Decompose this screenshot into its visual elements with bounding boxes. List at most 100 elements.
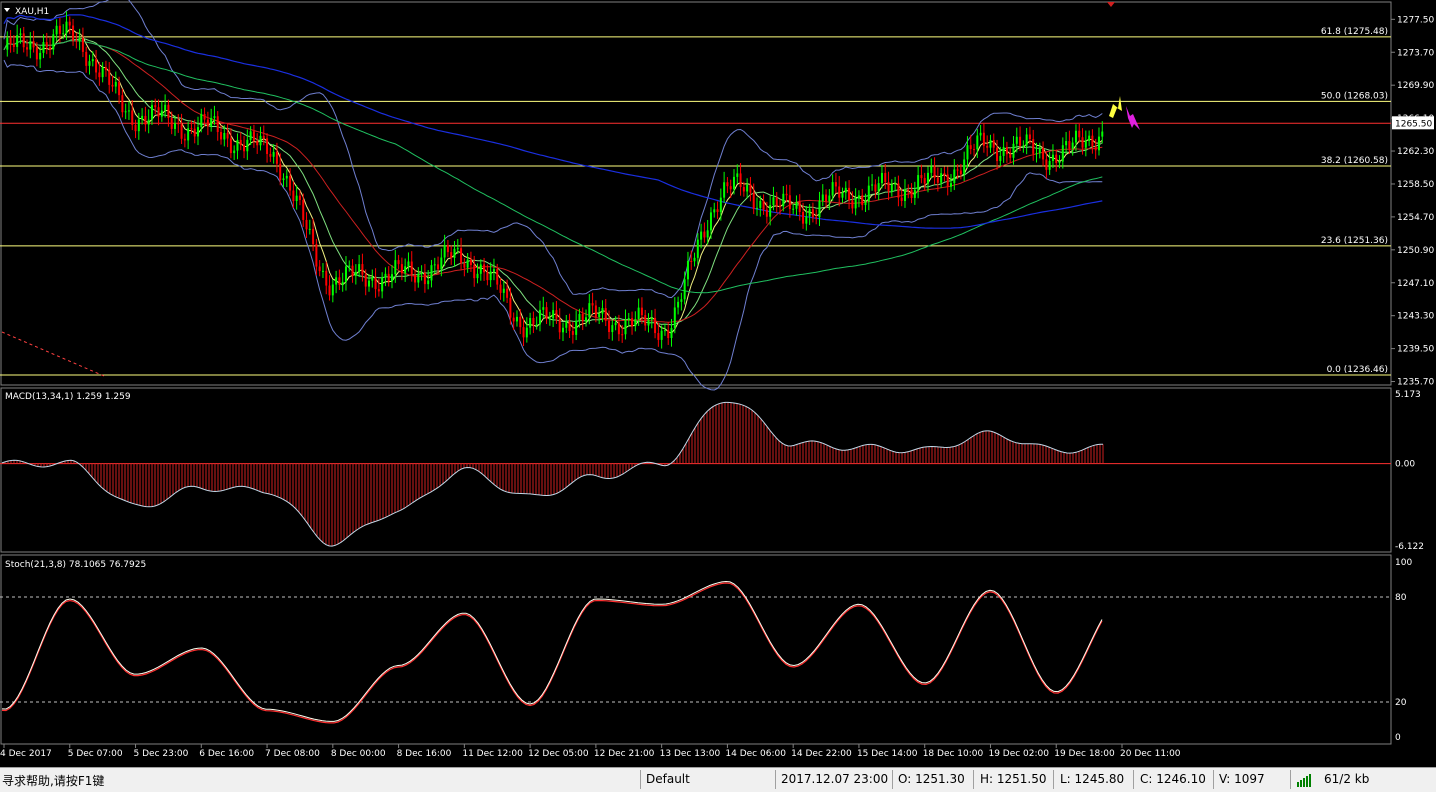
candle-body bbox=[594, 305, 597, 318]
chart-area[interactable]: 61.8 (1275.48) 50.0 (1268.03) 38.2 (1260.5… bbox=[0, 0, 1436, 767]
candle-body bbox=[52, 34, 55, 50]
candle-body bbox=[673, 307, 676, 329]
candle-body bbox=[979, 132, 982, 136]
candle-body bbox=[575, 320, 578, 335]
candle-body bbox=[1097, 136, 1100, 151]
candle-body bbox=[999, 155, 1002, 162]
candle-body bbox=[262, 135, 265, 139]
candle-body bbox=[588, 303, 591, 318]
candle-body bbox=[318, 266, 321, 272]
candle-body bbox=[1002, 147, 1005, 156]
candle-body bbox=[772, 197, 775, 206]
candle-body bbox=[887, 182, 890, 192]
candle-body bbox=[180, 124, 183, 139]
candle-body bbox=[874, 184, 877, 192]
time-tick-label: 12 Dec 21:00 bbox=[594, 749, 655, 759]
candle-body bbox=[627, 318, 630, 320]
candle-body bbox=[509, 297, 512, 318]
candle-body bbox=[272, 151, 275, 157]
candle-body bbox=[423, 273, 426, 285]
candle-body bbox=[654, 317, 657, 334]
price-tick-label: 1247.10 bbox=[1397, 279, 1434, 289]
candle-body bbox=[910, 189, 913, 198]
stoch-tick-label: 80 bbox=[1395, 593, 1407, 603]
candle-body bbox=[58, 25, 61, 34]
time-tick-label: 7 Dec 08:00 bbox=[265, 749, 320, 759]
candle-body bbox=[1058, 161, 1061, 164]
candle-body bbox=[976, 135, 979, 150]
candle-body bbox=[940, 173, 943, 183]
candle-body bbox=[437, 264, 440, 270]
candle-body bbox=[601, 308, 604, 314]
candle-body bbox=[571, 331, 574, 335]
candle-body bbox=[367, 280, 370, 287]
status-high: H: 1251.50 bbox=[980, 772, 1047, 786]
candle-body bbox=[315, 244, 318, 267]
candle-body bbox=[663, 330, 666, 332]
price-tick-label: 1269.90 bbox=[1397, 81, 1434, 91]
candle-body bbox=[42, 42, 45, 53]
candle-body bbox=[1038, 147, 1041, 154]
candle-body bbox=[246, 139, 249, 152]
candle-body bbox=[680, 299, 683, 302]
candle-body bbox=[877, 183, 880, 192]
price-tick-label: 1277.50 bbox=[1397, 15, 1434, 25]
candle-body bbox=[229, 138, 232, 154]
candle-body bbox=[98, 72, 101, 78]
candle-body bbox=[923, 178, 926, 184]
candle-body bbox=[404, 266, 407, 274]
candle-body bbox=[729, 186, 732, 190]
candle-body bbox=[1071, 142, 1074, 149]
candle-body bbox=[266, 138, 269, 154]
candle-body bbox=[670, 328, 673, 338]
candle-body bbox=[1022, 145, 1025, 147]
candle-body bbox=[127, 110, 130, 112]
price-tick-label: 1254.70 bbox=[1397, 213, 1434, 223]
candle-body bbox=[12, 44, 15, 47]
fib-level-label: 38.2 (1260.58) bbox=[1321, 156, 1388, 166]
candle-body bbox=[344, 266, 347, 282]
candle-body bbox=[545, 307, 548, 319]
candle-body bbox=[49, 47, 52, 50]
candle-body bbox=[946, 174, 949, 187]
candle-body bbox=[677, 301, 680, 308]
candle-body bbox=[95, 59, 98, 73]
candle-body bbox=[900, 197, 903, 202]
candle-body bbox=[861, 195, 864, 206]
price-tick-label: 1239.50 bbox=[1397, 345, 1434, 355]
candle-body bbox=[762, 200, 765, 210]
candle-body bbox=[453, 248, 456, 258]
candle-body bbox=[1005, 147, 1008, 155]
status-low: L: 1245.80 bbox=[1060, 772, 1125, 786]
candle-body bbox=[256, 140, 259, 146]
candle-body bbox=[466, 259, 469, 268]
candle-body bbox=[91, 59, 94, 62]
current-price-label: 1265.50 bbox=[1395, 119, 1432, 129]
candle-body bbox=[989, 140, 992, 148]
candle-body bbox=[1051, 154, 1054, 161]
candle-body bbox=[608, 320, 611, 333]
candle-body bbox=[950, 183, 953, 187]
candle-body bbox=[986, 145, 989, 148]
candle-body bbox=[338, 277, 341, 285]
candle-body bbox=[374, 277, 377, 290]
candle-body bbox=[936, 177, 939, 183]
candle-body bbox=[275, 151, 278, 164]
candle-body bbox=[440, 257, 443, 270]
candle-body bbox=[709, 212, 712, 231]
candle-body bbox=[864, 201, 867, 206]
candle-body bbox=[206, 119, 209, 127]
candle-body bbox=[982, 132, 985, 146]
candle-body bbox=[624, 319, 627, 335]
candle-body bbox=[285, 175, 288, 179]
candle-body bbox=[854, 198, 857, 209]
candle-body bbox=[558, 318, 561, 333]
status-profile[interactable]: Default bbox=[646, 772, 690, 786]
candle-body bbox=[400, 264, 403, 274]
candle-body bbox=[446, 245, 449, 253]
candle-body bbox=[183, 138, 186, 141]
candle-body bbox=[1084, 140, 1087, 148]
candle-body bbox=[187, 128, 190, 141]
price-tick-label: 1243.30 bbox=[1397, 312, 1434, 322]
candle-body bbox=[420, 273, 423, 275]
